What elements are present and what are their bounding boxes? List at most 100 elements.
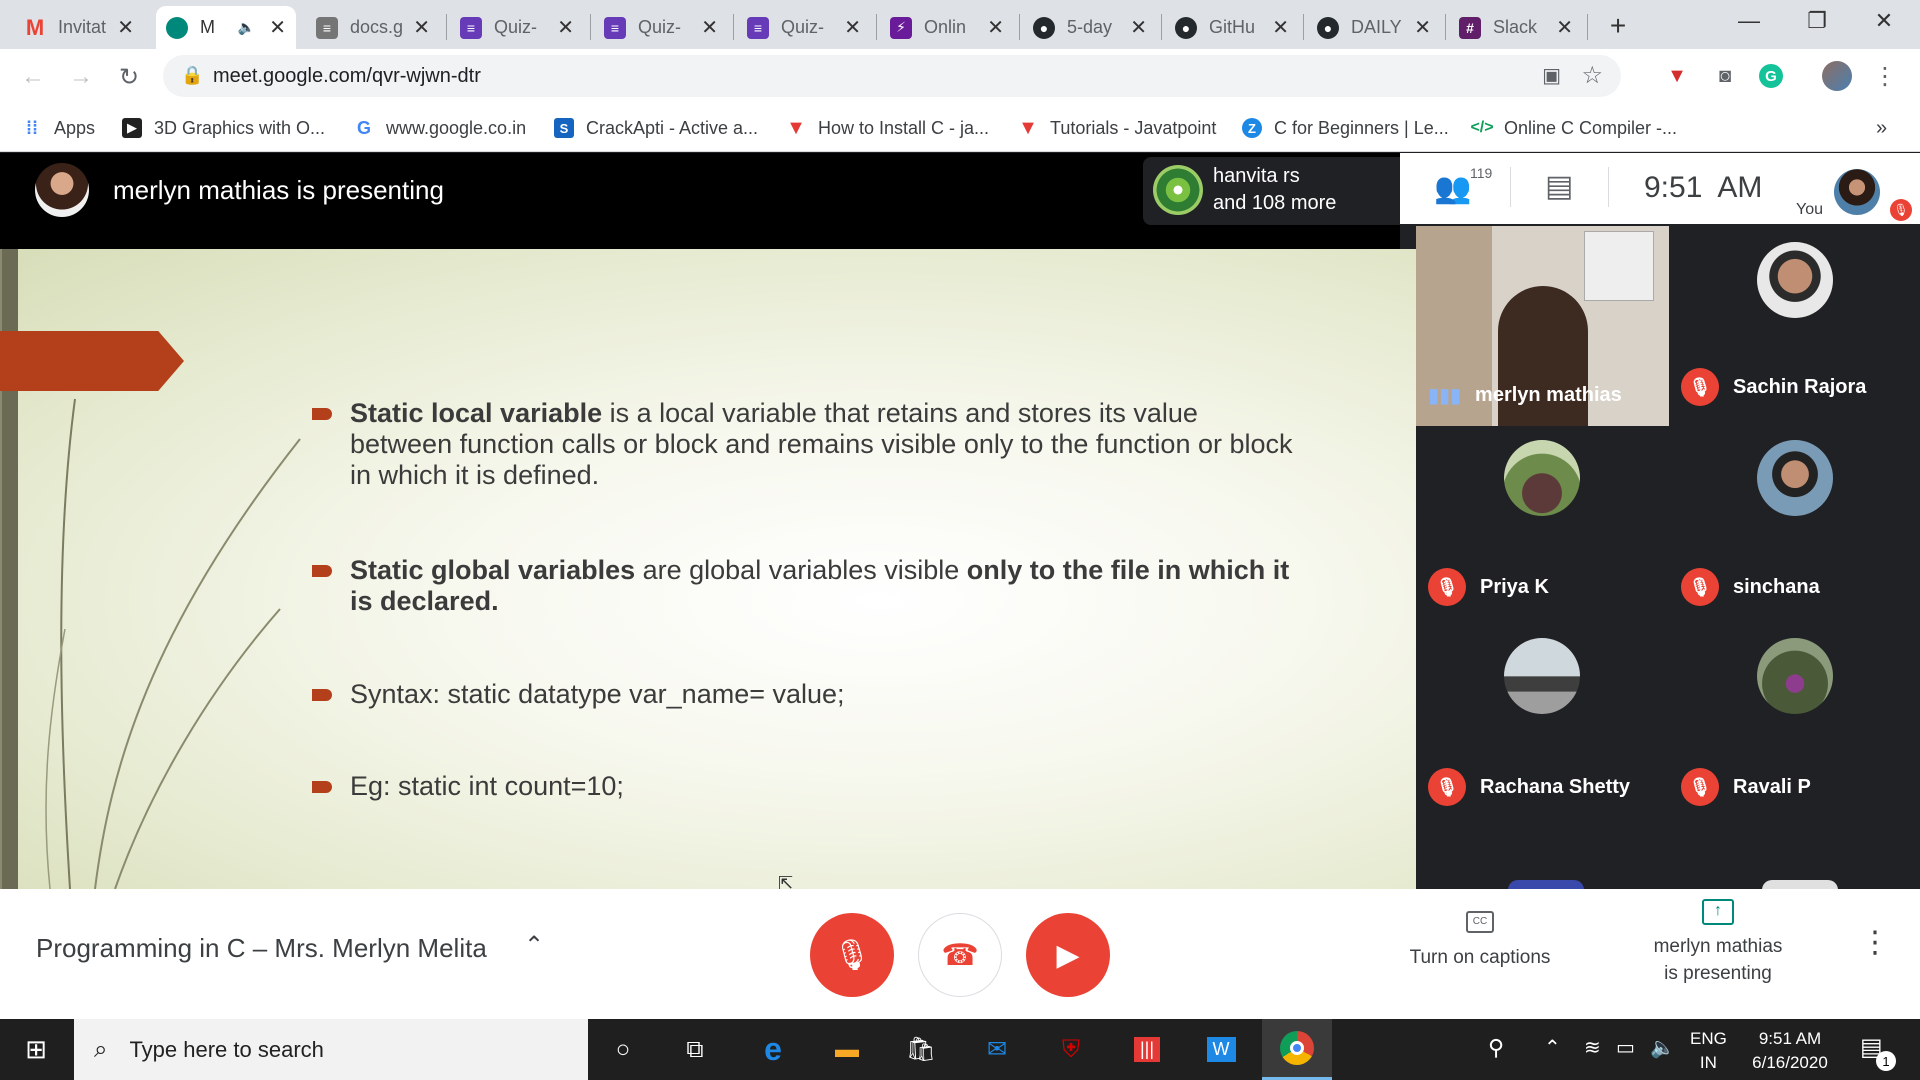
tab-slack[interactable]: # Slack ✕	[1449, 6, 1583, 49]
new-tab-button[interactable]: +	[1600, 8, 1636, 44]
bookmark-crackapti[interactable]: S CrackApti - Active a...	[554, 113, 758, 143]
taskbar-chrome[interactable]	[1262, 1019, 1332, 1080]
forward-button[interactable]: →	[64, 60, 98, 94]
battery-icon[interactable]: ▭	[1616, 1035, 1635, 1060]
participant-name-row: 🎙 sinchana	[1681, 568, 1820, 606]
close-icon[interactable]: ✕	[1556, 15, 1573, 40]
close-icon[interactable]: ✕	[117, 15, 134, 40]
taskbar-app-red[interactable]: |||	[1112, 1019, 1182, 1080]
tab-gmail[interactable]: M Invitat ✕	[14, 6, 144, 49]
meet-clock: 9:51 AM	[1644, 171, 1763, 204]
more-options-icon[interactable]: ⋮	[1860, 925, 1890, 960]
chat-icon[interactable]: ▤	[1545, 169, 1573, 204]
tab-title: docs.g	[350, 17, 404, 37]
taskbar-mail[interactable]: ✉	[962, 1019, 1032, 1080]
bookmark-apps[interactable]: ⁞⁞ Apps	[22, 113, 95, 143]
tab-github-3[interactable]: ● DAILY ✕	[1307, 6, 1441, 49]
leave-call-button[interactable]: ☎	[918, 913, 1002, 997]
tab-quiz-2[interactable]: ≡ Quiz- ✕	[594, 6, 728, 49]
more-bookmarks-button[interactable]: »	[1876, 113, 1887, 143]
reload-button[interactable]: ↻	[112, 60, 146, 94]
maximize-button[interactable]: ❐	[1788, 0, 1846, 42]
camera-blocked-icon[interactable]: ▣	[1542, 63, 1561, 88]
participant-name: Sachin Rajora	[1733, 375, 1867, 398]
tab-separator	[446, 14, 447, 40]
bookmark-3d-graphics[interactable]: ▶ 3D Graphics with O...	[122, 113, 325, 143]
cortana-button[interactable]: ○	[588, 1019, 658, 1080]
taskbar-store[interactable]: 🛍	[886, 1019, 956, 1080]
close-icon[interactable]: ✕	[844, 15, 861, 40]
close-icon[interactable]: ✕	[987, 15, 1004, 40]
apps-grid-icon: ⁞⁞	[26, 117, 38, 138]
chevron-up-icon[interactable]: ⌃	[524, 931, 544, 960]
close-icon[interactable]: ✕	[1414, 15, 1431, 40]
tab-title: DAILY	[1351, 17, 1402, 37]
taskbar-edge[interactable]: e	[738, 1019, 808, 1080]
close-icon[interactable]: ✕	[557, 15, 574, 40]
tab-github-2[interactable]: ● GitHu ✕	[1165, 6, 1299, 49]
participants-icon[interactable]: 👥	[1434, 171, 1471, 206]
tab-github-1[interactable]: ● 5-day ✕	[1023, 6, 1157, 49]
participant-tile[interactable]: ▮▮▮ merlyn mathias	[1416, 226, 1669, 426]
close-icon[interactable]: ✕	[701, 15, 718, 40]
bookmarks-bar: ⁞⁞ Apps ▶ 3D Graphics with O... G www.go…	[0, 103, 1920, 152]
bookmark-google[interactable]: G www.google.co.in	[354, 113, 526, 143]
bookmark-star-icon[interactable]: ☆	[1581, 61, 1603, 90]
camera-toggle-button[interactable]: ▶	[1026, 913, 1110, 997]
participant-tile[interactable]: 🎙 sinchana	[1669, 426, 1920, 624]
close-icon[interactable]: ✕	[1130, 15, 1147, 40]
pocket-extension-icon[interactable]: ▼	[1662, 61, 1692, 91]
taskbar-mcafee[interactable]: ⛨	[1036, 1019, 1106, 1080]
browser-toolbar: ← → ↻ 🔒 meet.google.com/qvr-wjwn-dtr ▣ ☆…	[0, 49, 1920, 103]
minimize-button[interactable]: —	[1720, 0, 1778, 42]
close-icon[interactable]: ✕	[413, 15, 430, 40]
google-icon: G	[356, 117, 371, 138]
tab-quiz-3[interactable]: ≡ Quiz- ✕	[737, 6, 871, 49]
captions-button[interactable]: CC Turn on captions	[1398, 911, 1562, 991]
taskbar-file-explorer[interactable]: ▬	[812, 1019, 882, 1080]
chrome-icon	[1280, 1031, 1314, 1065]
grammarly-extension-icon[interactable]: G	[1756, 61, 1786, 91]
meeting-title[interactable]: Programming in C – Mrs. Merlyn Melita	[36, 933, 487, 964]
bookmark-online-compiler[interactable]: </> Online C Compiler -...	[1470, 113, 1677, 143]
mic-off-icon: 🎙	[832, 938, 872, 972]
close-icon[interactable]: ✕	[1272, 15, 1289, 40]
bookmark-javatpoint[interactable]: ▼ Tutorials - Javatpoint	[1018, 113, 1216, 143]
presenting-button[interactable]: ↑ merlyn mathias is presenting	[1630, 899, 1806, 999]
speaker-icon[interactable]: 🔈	[238, 19, 255, 36]
self-avatar[interactable]	[1834, 169, 1880, 215]
back-button[interactable]: ←	[16, 60, 50, 94]
bookmark-label: CrackApti - Active a...	[586, 117, 759, 138]
start-button[interactable]: ⊞	[0, 1019, 72, 1080]
tab-meet[interactable]: M 🔈 ✕	[156, 6, 296, 49]
tab-quiz-1[interactable]: ≡ Quiz- ✕	[450, 6, 584, 49]
taskbar-app-blue[interactable]: W	[1186, 1019, 1256, 1080]
profile-avatar[interactable]	[1822, 61, 1852, 91]
task-view-button[interactable]: ⧉	[660, 1019, 730, 1080]
participant-tile[interactable]: 🎙 Rachana Shetty	[1416, 626, 1669, 824]
presenter-banner-text: merlyn mathias is presenting	[113, 175, 444, 205]
volume-icon[interactable]: 🔈	[1650, 1035, 1675, 1060]
tab-docs[interactable]: ≡ docs.g ✕	[306, 6, 440, 49]
bookmark-install-c[interactable]: ▼ How to Install C - ja...	[786, 113, 989, 143]
participant-tile[interactable]: 🎙 Ravali P	[1669, 626, 1920, 824]
tab-online-compiler[interactable]: ⚡ Onlin ✕	[880, 6, 1014, 49]
wifi-icon[interactable]: ≋	[1584, 1035, 1601, 1060]
participant-tile[interactable]: 🎙 Priya K	[1416, 426, 1669, 624]
browser-menu-icon[interactable]: ⋮	[1870, 61, 1900, 91]
close-icon[interactable]: ✕	[269, 15, 286, 40]
people-icon[interactable]: ⚲	[1488, 1035, 1504, 1061]
language-indicator[interactable]: ENG IN	[1690, 1027, 1727, 1075]
participant-name-row: 🎙 Rachana Shetty	[1428, 768, 1630, 806]
screenshot-extension-icon[interactable]: ◙	[1710, 61, 1740, 91]
lock-icon[interactable]: 🔒	[181, 65, 203, 86]
close-window-button[interactable]: ✕	[1855, 0, 1913, 42]
bookmark-c-beginners[interactable]: Z C for Beginners | Le...	[1242, 113, 1449, 143]
taskbar-clock[interactable]: 9:51 AM 6/16/2020	[1740, 1027, 1840, 1075]
address-bar[interactable]: 🔒 meet.google.com/qvr-wjwn-dtr ▣ ☆	[163, 55, 1621, 97]
show-hidden-icons[interactable]: ⌃	[1544, 1035, 1561, 1060]
taskbar-search-box[interactable]: ⌕ Type here to search	[74, 1019, 588, 1080]
participant-tile[interactable]: 🎙 Sachin Rajora	[1669, 226, 1920, 424]
mic-toggle-button[interactable]: 🎙	[810, 913, 894, 997]
mail-icon: ✉	[986, 1036, 1008, 1063]
